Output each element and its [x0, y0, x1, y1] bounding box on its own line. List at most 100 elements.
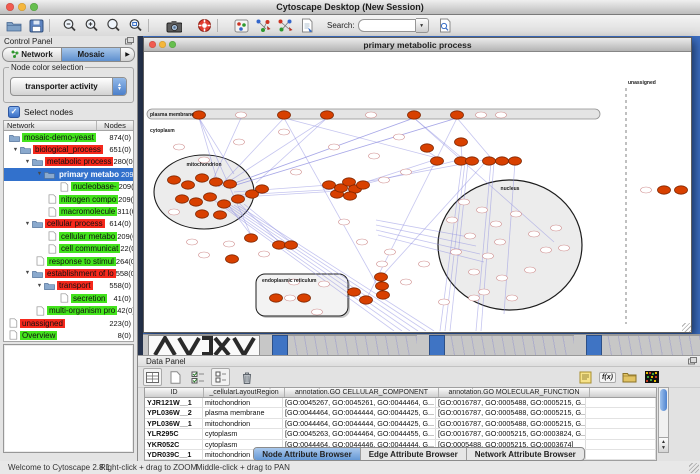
table-cell: [GO:0044464, GO:0044444, GO:0044425, G..… [283, 419, 436, 428]
expander-icon[interactable]: ▼ [23, 221, 32, 227]
column-header[interactable]: annotation.GO CELLULAR_COMPONENT [285, 388, 439, 397]
apply-style-icon[interactable] [277, 18, 293, 34]
apply-layout-icon[interactable] [255, 18, 271, 34]
select-nodes-checkbox[interactable]: ✓ [8, 106, 20, 118]
maximize-icon[interactable] [30, 3, 38, 11]
open-file-icon[interactable] [6, 18, 22, 34]
tree-row[interactable]: ▼biological_process651(0) [4, 143, 133, 155]
zoom-in-icon[interactable] [83, 18, 99, 34]
column-header[interactable]: annotation.GO MOLECULAR_FUNCTION [439, 388, 590, 397]
selected-gene-node [348, 288, 361, 296]
new-attribute-icon[interactable] [167, 369, 184, 385]
overview-window-fragment[interactable] [148, 335, 260, 356]
expander-icon[interactable]: ▼ [35, 283, 44, 289]
control-panel-header: Control Panel [0, 36, 137, 46]
tree-row[interactable]: ▼primary metabo209(... [4, 168, 133, 180]
tree-row[interactable]: cellular metabo209(0) [4, 230, 133, 242]
network-view-window[interactable]: primary metabolic process plasma membran… [143, 37, 692, 333]
tree-row[interactable]: nucleobase-209(0) [4, 181, 133, 193]
table-row[interactable]: YPL036W__1mitochondrion[GO:0044464, GO:0… [145, 419, 656, 429]
background-window-fragment[interactable] [272, 335, 417, 356]
tree-row[interactable]: mosaic-demo-yeast874(0) [4, 131, 133, 143]
tab-node-attribute-browser[interactable]: Node Attribute Browser [254, 448, 361, 460]
gene-node [224, 241, 235, 247]
heatmap-icon[interactable] [643, 369, 660, 385]
tree-row[interactable]: ▼transport558(0) [4, 280, 133, 292]
zoom-fit-icon[interactable] [105, 18, 121, 34]
expander-icon[interactable]: ▼ [11, 147, 20, 153]
selected-gene-node [408, 111, 421, 119]
network-window-titlebar[interactable]: primary metabolic process [144, 38, 691, 52]
expander-icon[interactable]: ▼ [23, 270, 32, 276]
delete-attribute-icon[interactable] [238, 369, 255, 385]
close-icon[interactable] [149, 41, 156, 48]
gene-node [495, 239, 506, 245]
help-icon[interactable] [196, 18, 212, 34]
tree-node-count: 280(0) [113, 157, 134, 166]
background-window-fragment[interactable] [586, 335, 700, 356]
minimize-icon[interactable] [18, 3, 26, 11]
formula-builder-icon[interactable]: f(x) [599, 369, 616, 385]
scrollbar-thumb[interactable] [660, 389, 667, 411]
maximize-icon[interactable] [169, 41, 176, 48]
advanced-search-icon[interactable] [437, 18, 453, 34]
unselect-attributes-icon[interactable] [211, 368, 230, 386]
column-header[interactable]: _cellularLayoutRegion [204, 388, 285, 397]
tab-network[interactable]: Network [2, 47, 62, 62]
birdseye-view-panel[interactable] [3, 344, 134, 453]
select-attributes-icon[interactable] [189, 369, 206, 385]
save-icon[interactable] [28, 18, 44, 34]
tree-row[interactable]: nitrogen compo209(0) [4, 193, 133, 205]
tree-row[interactable]: response to stimul264(0) [4, 255, 133, 267]
selected-gene-node [273, 241, 286, 249]
resize-grip-icon[interactable] [689, 463, 699, 473]
column-header[interactable]: ID [145, 388, 204, 397]
resize-grip-icon[interactable] [682, 323, 691, 332]
tree-row[interactable]: macromolecule311(0) [4, 205, 133, 217]
tree-node-count: 558(0) [109, 281, 133, 290]
tree-row[interactable]: multi-organism pro42(0) [4, 304, 133, 316]
tab-scroll-right-button[interactable]: ▶ [121, 47, 135, 62]
vizmapper-icon[interactable] [233, 18, 249, 34]
tab-edge-attribute-browser[interactable]: Edge Attribute Browser [361, 448, 467, 460]
gene-node [377, 261, 388, 267]
tab-mosaic[interactable]: Mosaic [62, 47, 121, 62]
tree-row[interactable]: ▼metabolic process280(0) [4, 156, 133, 168]
network-canvas[interactable]: plasma membranecytoplasmmitochondrionnuc… [144, 52, 691, 332]
background-window-fragment[interactable] [429, 335, 574, 356]
attribute-grid-icon[interactable] [143, 368, 162, 386]
search-dropdown-button[interactable]: ▼ [416, 18, 429, 33]
tab-network-attribute-browser[interactable]: Network Attribute Browser [467, 448, 584, 460]
selected-gene-node [455, 138, 468, 146]
import-attributes-icon[interactable] [621, 369, 638, 385]
tree-row[interactable]: ▼cellular process614(0) [4, 218, 133, 230]
table-scrollbar[interactable]: ▲▼ [658, 387, 669, 453]
tree-row[interactable]: secretion41(0) [4, 292, 133, 304]
snapshot-icon[interactable] [166, 18, 182, 34]
window-titlebar[interactable]: Cytoscape Desktop (New Session) [0, 0, 700, 15]
zoom-out-icon[interactable] [61, 18, 77, 34]
tree-row[interactable]: Overview8(0) [4, 329, 133, 341]
tree-label: biological_process [33, 145, 103, 154]
expander-icon[interactable]: ▼ [35, 171, 44, 177]
selected-gene-node [270, 294, 283, 302]
table-row[interactable]: YPL036W__2plasma membrane[GO:0044464, GO… [145, 408, 656, 418]
float-panel-icon[interactable] [125, 37, 134, 47]
tree-header-network[interactable]: Network [4, 121, 97, 130]
tree-row[interactable]: unassigned223(0) [4, 317, 133, 329]
notes-icon[interactable] [577, 369, 594, 385]
close-icon[interactable] [6, 3, 14, 11]
node-color-dropdown[interactable]: transporter activity ▲▼ [10, 77, 127, 96]
attribute-table-header: ID_cellularLayoutRegionannotation.GO CEL… [144, 387, 657, 398]
tree-row[interactable]: cell communicat22(0) [4, 243, 133, 255]
expander-icon[interactable]: ▼ [23, 159, 32, 165]
search-input[interactable] [358, 19, 416, 32]
tree-header-nodes[interactable]: Nodes [97, 121, 133, 130]
annotations-icon[interactable] [299, 18, 315, 34]
table-row[interactable]: YLR295Ccytoplasm[GO:0045263, GO:0044464,… [145, 429, 656, 439]
minimize-icon[interactable] [159, 41, 166, 48]
zoom-selected-icon[interactable] [127, 18, 143, 34]
tree-row[interactable]: ▼establishment of lo558(0) [4, 267, 133, 279]
float-panel-icon[interactable] [688, 357, 697, 367]
table-row[interactable]: YJR121W__1mitochondrion[GO:0045267, GO:0… [145, 398, 656, 408]
